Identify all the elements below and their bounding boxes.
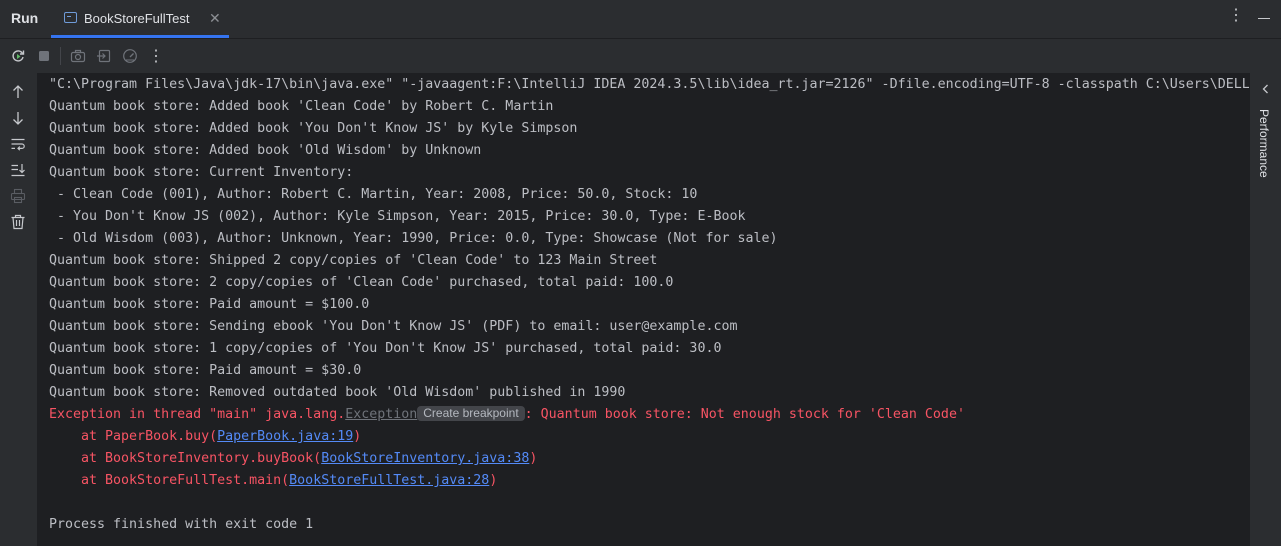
stack-frame-text: at PaperBook.buy(: [49, 429, 218, 444]
stack-frame-line: at PaperBook.buy(PaperBook.java:19): [49, 426, 361, 448]
console-line: Quantum book store: Paid amount = $30.0: [49, 363, 362, 378]
gauge-icon[interactable]: [122, 48, 138, 64]
chevron-left-icon[interactable]: [1260, 83, 1272, 95]
rerun-icon[interactable]: [10, 48, 26, 64]
stack-frame-line: at BookStoreInventory.buyBook(BookStoreI…: [49, 448, 537, 470]
more-vertical-icon[interactable]: ⋮: [1228, 8, 1244, 24]
print-icon[interactable]: [10, 188, 26, 204]
console-line: Quantum book store: Current Inventory:: [49, 165, 354, 180]
stack-frame-suffix: ): [353, 429, 362, 444]
source-link[interactable]: BookStoreInventory.java:38: [321, 451, 529, 466]
soft-wrap-icon[interactable]: [10, 136, 26, 152]
camera-icon[interactable]: [70, 48, 86, 64]
console-line: Quantum book store: Added book 'You Don'…: [49, 121, 578, 136]
console-line: - You Don't Know JS (002), Author: Kyle …: [49, 209, 746, 224]
source-link[interactable]: PaperBook.java:19: [217, 429, 353, 444]
console-line: Quantum book store: 1 copy/copies of 'Yo…: [49, 341, 722, 356]
console-actions-gutter: [0, 73, 37, 546]
tab-bookstorefulltest[interactable]: BookStoreFullTest ✕: [51, 0, 229, 38]
arrow-up-icon[interactable]: [10, 84, 26, 100]
stack-frame-text: at BookStoreFullTest.main(: [49, 473, 290, 488]
console-line: Quantum book store: Shipped 2 copy/copie…: [49, 253, 658, 268]
tab-active-indicator: [51, 35, 229, 38]
create-breakpoint-button[interactable]: Create breakpoint: [417, 406, 525, 421]
run-title: Run: [11, 10, 39, 26]
console-line: Quantum book store: Paid amount = $100.0: [49, 297, 370, 312]
scroll-to-end-icon[interactable]: [10, 162, 26, 178]
console-line: Quantum book store: Removed outdated boo…: [49, 385, 626, 400]
console-line: - Clean Code (001), Author: Robert C. Ma…: [49, 187, 698, 202]
stack-frame-line: at BookStoreFullTest.main(BookStoreFullT…: [49, 470, 497, 492]
console-line: "C:\Program Files\Java\jdk-17\bin\java.e…: [49, 77, 1249, 92]
console-tab-icon: [64, 12, 77, 23]
console-output[interactable]: "C:\Program Files\Java\jdk-17\bin\java.e…: [37, 73, 1249, 546]
exception-prefix: Exception in thread "main" java.lang.: [49, 407, 346, 422]
right-tool-strip: Performance: [1249, 73, 1281, 546]
minimize-icon[interactable]: [1258, 18, 1270, 19]
console-line: Quantum book store: 2 copy/copies of 'Cl…: [49, 275, 674, 290]
stack-frame-text: at BookStoreInventory.buyBook(: [49, 451, 322, 466]
trash-icon[interactable]: [10, 214, 26, 230]
source-link[interactable]: BookStoreFullTest.java:28: [289, 473, 489, 488]
stack-frame-suffix: ): [529, 451, 538, 466]
console-line: Quantum book store: Added book 'Old Wisd…: [49, 143, 482, 158]
exit-status-line: Process finished with exit code 1: [49, 517, 314, 532]
performance-tab[interactable]: Performance: [1257, 109, 1271, 178]
exit-icon[interactable]: [96, 48, 112, 64]
console-line: - Old Wisdom (003), Author: Unknown, Yea…: [49, 231, 778, 246]
tab-label: BookStoreFullTest: [84, 11, 190, 26]
console-line: Quantum book store: Added book 'Clean Co…: [49, 99, 554, 114]
close-icon[interactable]: ✕: [209, 10, 221, 27]
console-line: Quantum book store: Sending ebook 'You D…: [49, 319, 738, 334]
more-vertical-icon[interactable]: ⋮: [148, 46, 164, 65]
run-header: Run BookStoreFullTest ✕ ⋮: [0, 0, 1281, 39]
toolbar-separator: [60, 47, 61, 65]
run-toolbar: ⋮: [0, 39, 1281, 73]
exception-class-link[interactable]: Exception: [345, 407, 417, 422]
stack-frame-suffix: ): [489, 473, 498, 488]
exception-line: Exception in thread "main" java.lang.Exc…: [49, 404, 965, 426]
exception-message: : Quantum book store: Not enough stock f…: [524, 407, 965, 422]
run-tool-window: Run BookStoreFullTest ✕ ⋮ ⋮ "C:\Program …: [0, 0, 1281, 546]
arrow-down-icon[interactable]: [10, 110, 26, 126]
stop-icon[interactable]: [36, 48, 52, 64]
